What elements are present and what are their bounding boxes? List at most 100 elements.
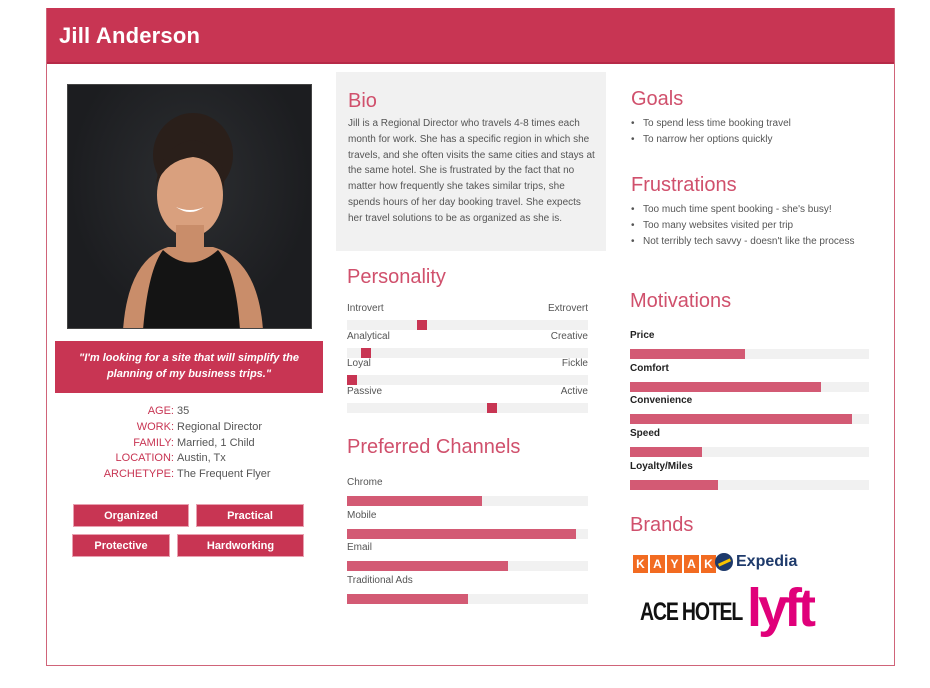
motivation-fill [630, 381, 822, 392]
brands-title: Brands [630, 514, 694, 536]
motivation-row: Loyalty/Miles [630, 461, 869, 490]
motivation-fill [630, 447, 702, 458]
fact-value: Austin, Tx [177, 452, 226, 465]
channel-track [347, 496, 588, 506]
kayak-letter: A [650, 555, 665, 573]
channel-track [347, 528, 588, 539]
personality-scale: Loyal Fickle [347, 358, 588, 385]
goals-title: Goals [631, 88, 684, 110]
motivation-label: Comfort [630, 362, 669, 374]
bio-text: Jill is a Regional Director who travels … [348, 118, 595, 224]
expedia-globe-icon [715, 553, 733, 571]
motivation-track [630, 479, 869, 490]
scale-labels: Analytical Creative [347, 331, 588, 344]
channel-label: Mobile [347, 509, 377, 521]
persona-header: Jill Anderson [47, 8, 894, 64]
motivation-row: Comfort [630, 363, 869, 392]
fact-location: LOCATION: Austin, Tx [47, 451, 337, 467]
bio-title: Bio [348, 90, 377, 112]
fact-key: FAMILY: [133, 436, 174, 449]
fact-archetype: ARCHETYPE: The Frequent Flyer [47, 467, 337, 483]
channel-row: Chrome [347, 477, 588, 506]
lyft-logo: lyft [747, 578, 816, 638]
motivations-title: Motivations [630, 290, 732, 312]
frustration-item: Too many websites visited per trip [630, 218, 870, 234]
scale-track [347, 402, 588, 413]
personality-title: Personality [347, 266, 446, 288]
scale-labels: Introvert Extrovert [347, 303, 588, 316]
fact-key: ARCHETYPE: [103, 468, 174, 481]
motivation-track [630, 349, 869, 359]
motivation-row: Speed [630, 428, 869, 458]
scale-marker [361, 347, 372, 358]
frustrations-list: Too much time spent booking - she's busy… [630, 202, 870, 249]
scale-left-label: Passive [347, 385, 383, 397]
scale-marker [347, 375, 357, 385]
persona-name: Jill Anderson [59, 23, 201, 48]
fact-value: The Frequent Flyer [177, 468, 271, 481]
scale-track [347, 347, 588, 358]
channel-track [347, 561, 588, 572]
scale-right-label: Creative [550, 330, 588, 342]
channel-label: Chrome [347, 477, 383, 488]
scale-marker [416, 320, 427, 330]
trait-badge-protective: Protective [72, 534, 170, 557]
trait-badge-practical: Practical [196, 504, 304, 527]
channel-fill [347, 528, 576, 539]
personality-scale: Introvert Extrovert [347, 303, 588, 330]
channel-label: Traditional Ads [347, 575, 413, 587]
scale-track [347, 320, 588, 330]
personality-scale: Passive Active [347, 386, 588, 413]
fact-key: LOCATION: [115, 452, 174, 465]
kayak-letter: A [684, 555, 699, 573]
channel-fill [347, 594, 468, 605]
motivation-label: Loyalty/Miles [630, 460, 693, 472]
scale-track [347, 375, 588, 385]
channels-title: Preferred Channels [347, 436, 521, 458]
goals-list: To spend less time booking travel To nar… [630, 116, 870, 148]
motivation-track [630, 381, 869, 392]
fact-value: Regional Director [177, 420, 262, 433]
scale-labels: Loyal Fickle [347, 358, 588, 371]
expedia-wordmark: Expedia [736, 553, 798, 570]
frustrations-title: Frustrations [631, 174, 737, 196]
motivation-label: Speed [630, 428, 661, 440]
channel-row: Traditional Ads [347, 575, 588, 605]
fact-age: AGE: 35 [47, 404, 337, 420]
fact-key: AGE: [147, 405, 174, 417]
persona-facts: AGE: 35 WORK: Regional Director FAMILY: … [47, 404, 337, 483]
fact-value: Married, 1 Child [177, 436, 255, 449]
portrait-image [123, 113, 263, 328]
fact-key: WORK: [136, 420, 174, 433]
trait-badge-hardworking: Hardworking [177, 534, 304, 557]
fact-family: FAMILY: Married, 1 Child [47, 436, 337, 452]
bio-section: Bio Jill is a Regional Director who trav… [336, 72, 606, 251]
frustration-item: Not terribly tech savvy - doesn't like t… [630, 234, 870, 250]
motivation-label: Convenience [630, 395, 693, 407]
scale-right-label: Extrovert [547, 303, 588, 314]
personality-scale: Analytical Creative [347, 331, 588, 358]
scale-right-label: Active [560, 385, 588, 397]
frustration-item: Too much time spent booking - she's busy… [630, 202, 870, 218]
motivation-fill [630, 479, 719, 490]
scale-left-label: Analytical [347, 330, 390, 342]
scale-left-label: Introvert [347, 303, 384, 314]
quote-line-1: "I'm looking for a site that will simpli… [79, 352, 299, 364]
motivation-track [630, 414, 869, 425]
scale-marker [486, 402, 497, 413]
ace-hotel-logo: ACE HOTEL [640, 598, 743, 626]
expedia-logo: Expedia [715, 553, 797, 571]
channel-track [347, 594, 588, 605]
motivation-label: Price [630, 330, 655, 341]
scale-labels: Passive Active [347, 386, 588, 399]
motivation-row: Convenience [630, 395, 869, 425]
persona-photo [67, 84, 312, 329]
quote-line-2: planning of my business trips." [106, 368, 272, 380]
persona-quote: "I'm looking for a site that will simpli… [55, 341, 323, 393]
channel-label: Email [347, 542, 373, 554]
fact-work: WORK: Regional Director [47, 420, 337, 436]
motivation-fill [630, 414, 853, 425]
fact-value: 35 [177, 405, 190, 417]
channel-row: Mobile [347, 510, 588, 539]
motivation-row: Price [630, 330, 869, 359]
